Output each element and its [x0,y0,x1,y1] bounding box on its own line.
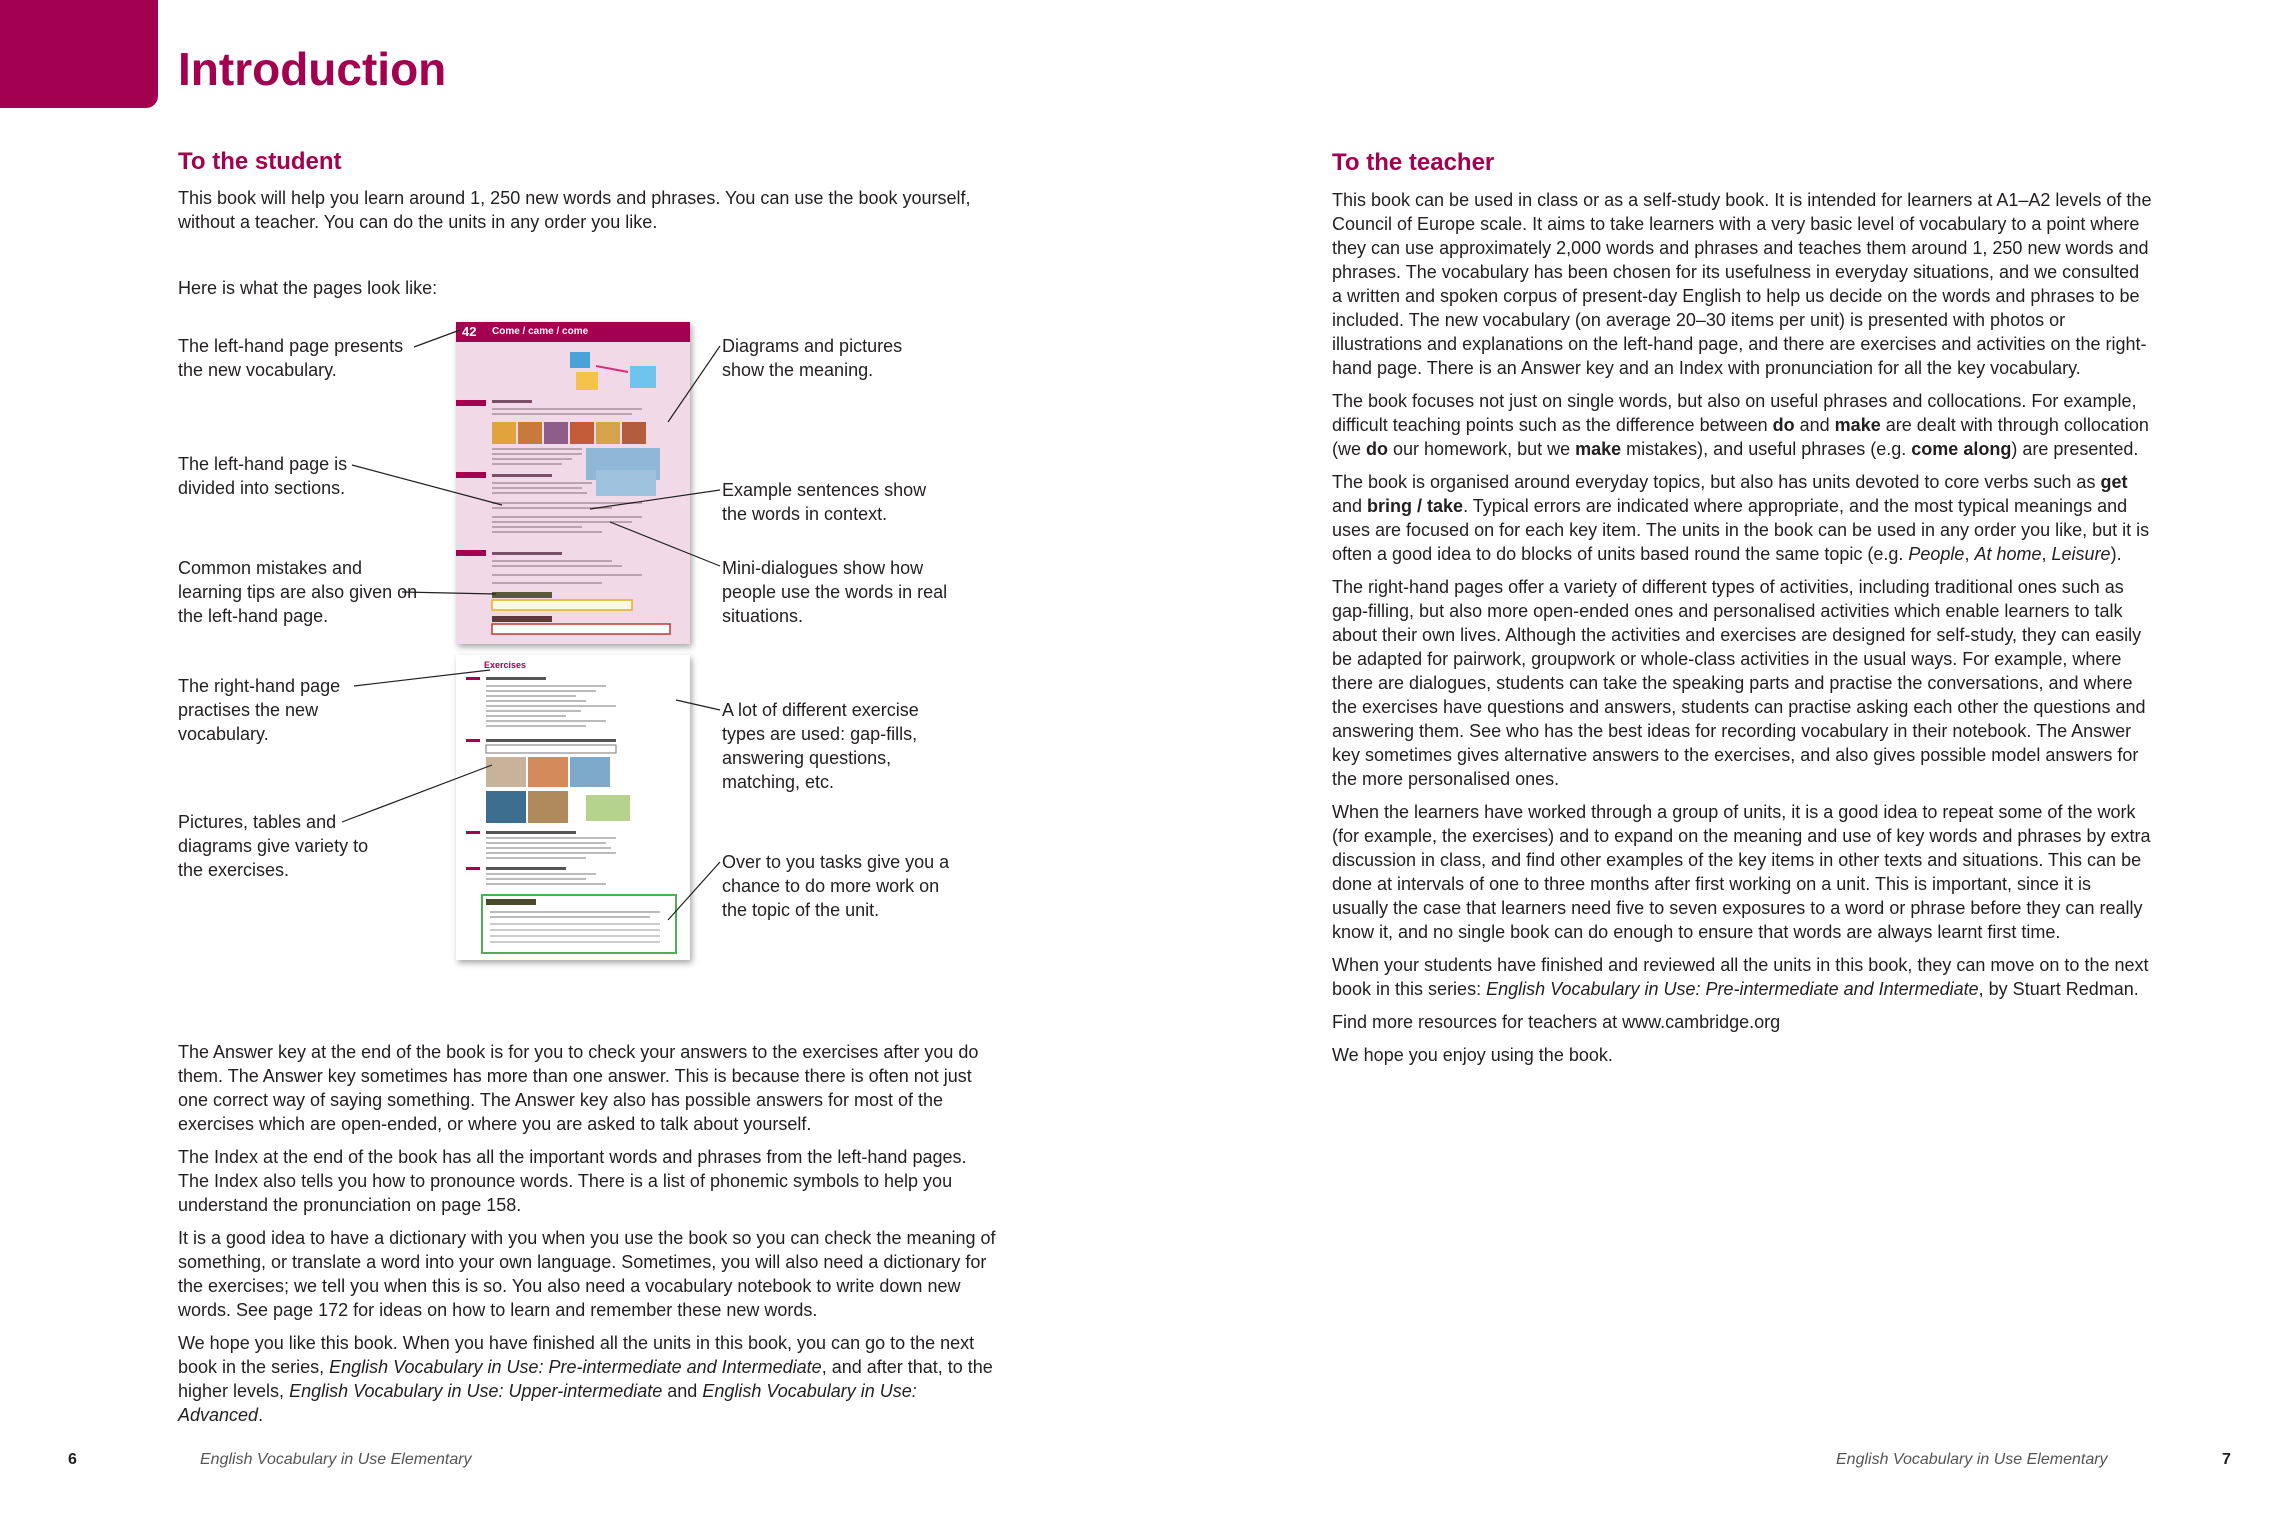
right-footer-title: English Vocabulary in Use Elementary [1836,1451,2108,1468]
p2-text: our homework, but we [1388,439,1576,459]
student-paragraphs: The Answer key at the end of the book is… [178,1040,1000,1436]
topic-people: People [1908,544,1965,564]
teacher-heading: To the teacher [1332,149,1495,176]
keyword-do: do [1772,415,1795,435]
right-page-number: 7 [2222,1451,2231,1468]
teacher-paragraph-3: The book is organised around everyday to… [1332,470,2152,566]
topic-leisure: Leisure [2051,544,2111,564]
teacher-paragraph-1: This book can be used in class or as a s… [1332,190,2152,378]
keyword-make: make [1575,439,1622,459]
hope-text: and [662,1381,703,1401]
teacher-paragraph-5: When the learners have worked through a … [1332,802,2151,942]
keyword-come-along: come along [1911,439,2012,459]
book-title-upper-intermediate: English Vocabulary in Use: Upper-interme… [289,1381,663,1401]
teacher-paragraph-7: Find more resources for teachers at www.… [1332,1012,1781,1032]
left-footer-title: English Vocabulary in Use Elementary [200,1451,472,1468]
p2-text: and [1794,415,1835,435]
hope-text: . [258,1405,264,1425]
p6-text: , by Stuart Redman. [1978,979,2139,999]
teacher-paragraphs: This book can be used in class or as a s… [1332,188,2152,1076]
p3-text: The book is organised around everyday to… [1332,472,2101,492]
keyword-bring-take: bring / take [1367,496,1464,516]
index-paragraph: The Index at the end of the book has all… [178,1147,967,1215]
p3-text: ). [2110,544,2122,564]
dictionary-paragraph: It is a good idea to have a dictionary w… [178,1228,996,1320]
hope-paragraph: We hope you like this book. When you hav… [178,1331,1000,1427]
topic-at-home: At home [1974,544,2042,564]
teacher-paragraph-4: The right-hand pages offer a variety of … [1332,577,2146,789]
book-title-pre-intermediate: English Vocabulary in Use: Pre-intermedi… [1486,979,1979,999]
teacher-paragraph-2: The book focuses not just on single word… [1332,389,2152,461]
book-title-pre-intermediate: English Vocabulary in Use: Pre-intermedi… [329,1357,822,1377]
left-page-number: 6 [68,1451,77,1468]
p3-text: , [1964,544,1975,564]
p2-text: mistakes), and useful phrases (e.g. [1621,439,1912,459]
p2-text: ) are presented. [2011,439,2139,459]
p3-text: , [2041,544,2052,564]
answer-key-paragraph: The Answer key at the end of the book is… [178,1042,979,1134]
teacher-paragraph-8: We hope you enjoy using the book. [1332,1045,1613,1065]
p3-text: and [1332,496,1368,516]
teacher-paragraph-6: When your students have finished and rev… [1332,953,2152,1001]
keyword-make: make [1834,415,1881,435]
keyword-get: get [2100,472,2128,492]
keyword-do: do [1366,439,1389,459]
